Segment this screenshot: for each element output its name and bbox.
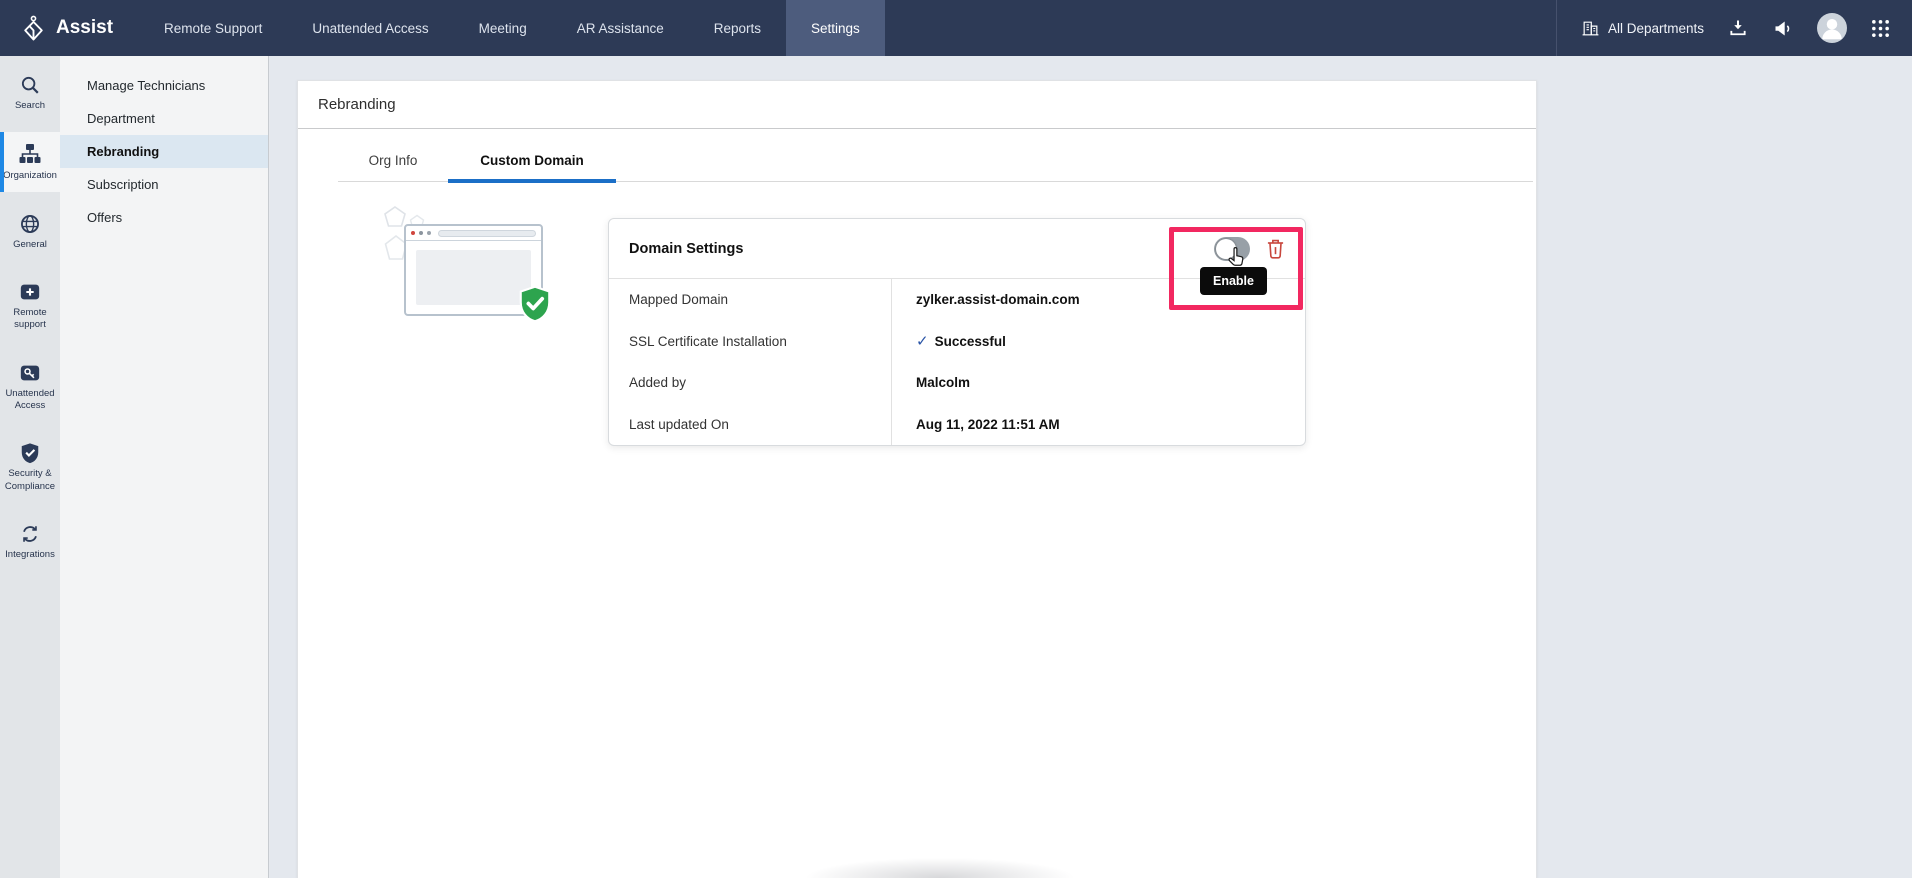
globe-icon — [2, 213, 58, 235]
sidebar-item-label: Remote support — [13, 307, 47, 331]
brand-name: Assist — [56, 17, 114, 38]
icon-sidebar: Search Organization General Remote suppo… — [0, 56, 60, 878]
organization-icon — [2, 142, 58, 166]
content-area: Rebranding Org Info Custom Domain Domain… — [270, 56, 1912, 878]
assist-logo-icon — [20, 15, 47, 42]
unattended-access-icon — [2, 362, 58, 384]
sidebar-item-security-compliance[interactable]: Security & Compliance — [0, 432, 60, 502]
browser-titlebar — [406, 226, 541, 241]
sidebar-item-label: Unattended Access — [5, 387, 55, 412]
sidebar-item-label: Search — [14, 100, 46, 111]
sidebar-item-unattended-access[interactable]: Unattended Access — [0, 352, 60, 422]
tab-custom-domain[interactable]: Custom Domain — [448, 144, 616, 183]
settings-submenu: Manage Technicians Department Rebranding… — [60, 56, 269, 878]
success-check-icon: ✓ — [916, 332, 929, 351]
ssl-status-value: Successful — [934, 333, 1006, 349]
remote-support-icon — [2, 281, 58, 303]
row-value: Malcolm — [891, 362, 1305, 404]
submenu-item-offers[interactable]: Offers — [60, 201, 268, 234]
search-icon — [2, 74, 58, 96]
tooltip-text: Enable — [1213, 274, 1254, 288]
sidebar-item-label: General — [13, 238, 47, 250]
table-row-added-by: Added by Malcolm — [609, 362, 1305, 404]
sidebar-item-integrations[interactable]: Integrations — [0, 513, 60, 570]
user-avatar[interactable] — [1817, 13, 1847, 43]
sidebar-item-label: Security & Compliance — [4, 468, 56, 492]
submenu-item-department[interactable]: Department — [60, 102, 268, 135]
top-navbar: Assist Remote Support Unattended Access … — [0, 0, 1912, 56]
delete-domain-icon[interactable] — [1266, 238, 1285, 259]
sidebar-item-remote-support[interactable]: Remote support — [0, 271, 60, 341]
nav-item-meeting[interactable]: Meeting — [454, 0, 552, 56]
verified-shield-icon — [517, 285, 553, 323]
browser-dot-red — [411, 231, 415, 235]
rebranding-panel: Rebranding Org Info Custom Domain Domain… — [297, 80, 1537, 878]
submenu-item-rebranding[interactable]: Rebranding — [60, 135, 268, 168]
mapped-domain-value: zylker.assist-domain.com — [916, 292, 1080, 308]
row-value: ✓ Successful — [891, 320, 1305, 362]
panel-header: Rebranding — [298, 81, 1536, 129]
card-title: Domain Settings — [629, 240, 744, 257]
sidebar-item-general[interactable]: General — [0, 203, 60, 260]
nav-item-reports[interactable]: Reports — [689, 0, 786, 56]
bottom-shadow-artifact — [770, 850, 1110, 878]
enable-tooltip: Enable — [1200, 267, 1267, 295]
browser-window-graphic — [404, 224, 551, 323]
hand-cursor-icon — [1226, 246, 1247, 269]
sidebar-item-search[interactable]: Search — [0, 64, 60, 121]
nav-item-settings[interactable]: Settings — [786, 0, 885, 56]
added-by-value: Malcolm — [916, 375, 971, 391]
nav-right-group: All Departments — [1555, 0, 1912, 56]
app-grid-icon[interactable] — [1871, 19, 1890, 38]
security-shield-icon — [2, 442, 58, 464]
download-icon[interactable] — [1728, 18, 1748, 38]
submenu-item-subscription[interactable]: Subscription — [60, 168, 268, 201]
nav-item-remote-support[interactable]: Remote Support — [139, 0, 287, 56]
submenu-item-manage-technicians[interactable]: Manage Technicians — [60, 69, 268, 102]
sidebar-item-organization[interactable]: Organization — [0, 132, 60, 193]
browser-dot-gray1 — [419, 231, 423, 235]
row-label: SSL Certificate Installation — [629, 333, 787, 349]
browser-dot-gray2 — [427, 231, 431, 235]
announcement-icon[interactable] — [1772, 18, 1793, 39]
department-label: All Departments — [1607, 20, 1704, 36]
nav-item-unattended-access[interactable]: Unattended Access — [287, 0, 453, 56]
row-label: Last updated On — [629, 416, 729, 432]
last-updated-value: Aug 11, 2022 11:51 AM — [916, 416, 1060, 432]
nav-item-ar-assistance[interactable]: AR Assistance — [552, 0, 689, 56]
tab-bar: Org Info Custom Domain — [338, 129, 1533, 183]
table-row-last-updated: Last updated On Aug 11, 2022 11:51 AM — [609, 403, 1305, 445]
building-icon — [1581, 19, 1600, 38]
domain-illustration — [379, 205, 557, 337]
browser-body-graphic — [416, 250, 531, 305]
row-value: Aug 11, 2022 11:51 AM — [891, 403, 1305, 445]
domain-settings-card: Domain Settings Mapped Domain zylker.ass… — [608, 218, 1306, 446]
app-brand[interactable]: Assist — [0, 0, 139, 56]
integrations-icon — [2, 523, 58, 545]
browser-address-bar-graphic — [438, 229, 536, 237]
nav-separator — [1555, 0, 1557, 56]
table-row-ssl-certificate: SSL Certificate Installation ✓ Successfu… — [609, 320, 1305, 362]
sidebar-item-label: Integrations — [5, 549, 55, 561]
sidebar-item-label: Organization — [3, 170, 57, 182]
card-actions — [1214, 236, 1285, 266]
enable-toggle[interactable] — [1214, 236, 1250, 266]
row-label: Mapped Domain — [629, 292, 729, 308]
row-label: Added by — [629, 375, 687, 391]
page-title: Rebranding — [318, 96, 396, 113]
tab-org-info[interactable]: Org Info — [338, 144, 448, 181]
department-selector[interactable]: All Departments — [1581, 19, 1704, 38]
